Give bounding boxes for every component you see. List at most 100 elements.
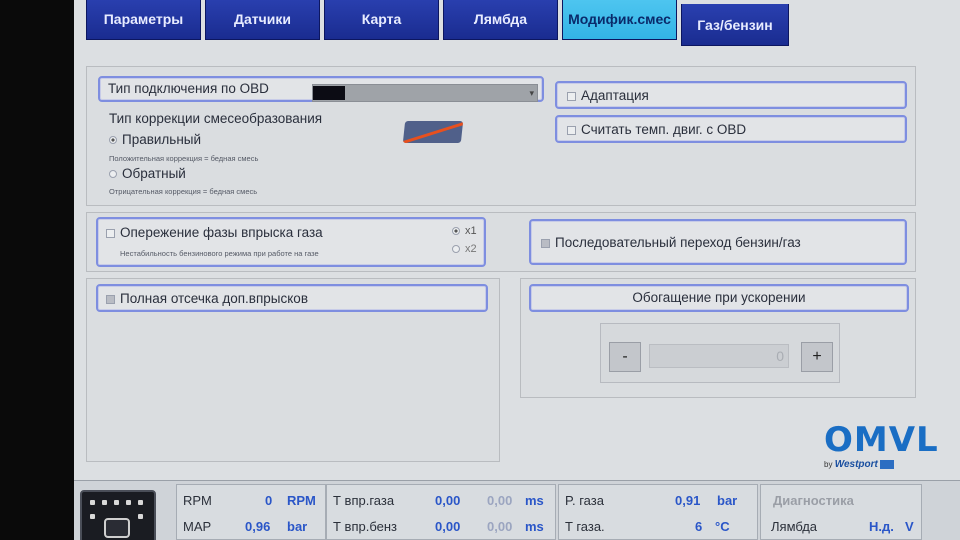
radio-x2-label: x2 <box>465 243 477 255</box>
rpm-value: 0 <box>265 493 273 508</box>
tab-mixture-modification[interactable]: Модифик.смес <box>562 0 677 40</box>
read-temp-row: Считать темп. двиг. с OBD <box>567 122 746 137</box>
radio-reverse-label: Обратный <box>122 166 186 181</box>
rpm-label: RPM <box>183 493 212 508</box>
full-cutoff-label: Полная отсечка доп.впрысков <box>120 291 308 306</box>
enrichment-title: Обогащение при ускорении <box>632 290 806 305</box>
sequential-label: Последовательный переход бензин/газ <box>555 235 801 250</box>
chevron-down-icon: ▾ <box>529 88 534 98</box>
checkbox-icon <box>106 294 115 304</box>
sequential-row: Последовательный переход бензин/газ <box>541 235 801 250</box>
radio-icon <box>452 245 460 254</box>
rpm-unit: RPM <box>287 493 316 508</box>
correction-type-title: Тип коррекции смесеобразования <box>109 111 323 126</box>
led-dot <box>102 500 107 505</box>
enrichment-header: Обогащение при ускорении <box>529 284 909 312</box>
cutoff-panel: Полная отсечка доп.впрысков <box>86 278 500 462</box>
logo-brand: OMVL <box>824 420 939 460</box>
obd-connection-label: Тип подключения по OBD <box>108 81 269 96</box>
radio-x1[interactable]: x1 <box>452 225 477 237</box>
full-cutoff-row: Полная отсечка доп.впрысков <box>106 291 308 306</box>
obd-connection-value-mask <box>313 86 345 100</box>
t-gas-inj-unit: ms <box>525 493 544 508</box>
radio-x1-label: x1 <box>465 225 477 237</box>
gas-params-cell: P. газа 0,91 bar T газа. 6 °C <box>558 484 758 540</box>
radio-x2[interactable]: x2 <box>452 243 477 255</box>
advance-box: Опережение фазы впрыска газа Нестабильно… <box>96 217 486 267</box>
obd-connection-select[interactable]: ▾ <box>312 84 538 102</box>
p-gas-unit: bar <box>717 493 738 508</box>
radio-reverse-hint: Отрицательная коррекция = бедная смесь <box>109 187 258 196</box>
advance-hint: Нестабильность бензинового режима при ра… <box>120 249 319 258</box>
sequential-box[interactable]: Последовательный переход бензин/газ <box>529 219 907 265</box>
tab-map[interactable]: Карта <box>324 0 439 40</box>
radio-icon <box>109 170 117 179</box>
tab-lambda[interactable]: Лямбда <box>443 0 558 40</box>
read-temp-checkbox[interactable]: Считать темп. двиг. с OBD <box>555 115 907 143</box>
enrichment-value-field[interactable]: 0 <box>649 344 789 368</box>
app-screen: Параметры Датчики Карта Лямбда Модифик.с… <box>74 0 960 540</box>
minus-button[interactable]: - <box>609 342 641 372</box>
logo-by: by <box>824 460 833 469</box>
t-gas-inj-value2: 0,00 <box>487 493 513 508</box>
read-temp-label: Считать темп. двиг. с OBD <box>581 122 747 137</box>
radio-correct[interactable]: Правильный <box>109 132 201 147</box>
diagnostics-cell: Диагностика Лямбда Н.д. V <box>760 484 922 540</box>
t-petrol-inj-unit: ms <box>525 519 544 534</box>
checkbox-icon <box>567 125 576 135</box>
led-dot <box>126 500 131 505</box>
advance-checkbox[interactable]: Опережение фазы впрыска газа <box>106 225 323 240</box>
radio-correct-label: Правильный <box>122 132 202 147</box>
radio-reverse[interactable]: Обратный <box>109 166 186 181</box>
led-dot <box>90 500 95 505</box>
t-petrol-inj-value2: 0,00 <box>487 519 513 534</box>
p-gas-value: 0,91 <box>675 493 701 508</box>
diagnostics-label[interactable]: Диагностика <box>773 493 854 508</box>
tab-gas-petrol[interactable]: Газ/бензин <box>681 4 789 46</box>
t-gas-inj-label: Т впр.газа <box>333 493 395 508</box>
injection-panel: Опережение фазы впрыска газа Нестабильно… <box>86 212 916 272</box>
logo-subline: by Westport <box>824 459 894 470</box>
enrichment-stepper: - 0 + <box>600 323 840 383</box>
radio-icon <box>452 227 460 236</box>
injection-times-cell: Т впр.газа 0,00 0,00 ms Т впр.бенз 0,00 … <box>326 484 556 540</box>
tab-bar: Параметры Датчики Карта Лямбда Модифик.с… <box>86 0 789 46</box>
adaptation-label: Адаптация <box>581 88 649 103</box>
obd-connection-box: Тип подключения по OBD ▾ <box>98 76 544 102</box>
t-petrol-inj-value: 0,00 <box>435 519 461 534</box>
map-label: MAP <box>183 519 212 534</box>
led-dot <box>138 500 143 505</box>
map-unit: bar <box>287 519 308 534</box>
full-cutoff-checkbox[interactable]: Полная отсечка доп.впрысков <box>96 284 488 312</box>
checkbox-icon <box>567 91 576 101</box>
led-dot <box>114 500 119 505</box>
rpm-map-cell: RPM 0 RPM MAP 0,96 bar <box>176 484 326 540</box>
checkbox-icon <box>541 238 550 248</box>
led-dot <box>90 514 95 519</box>
lambda-unit: V <box>905 519 914 534</box>
device-screen <box>104 518 130 538</box>
tab-sensors[interactable]: Датчики <box>205 0 320 40</box>
omvl-logo: OMVL by Westport <box>824 420 939 470</box>
logo-partner: Westport <box>834 459 878 470</box>
t-gas-inj-value: 0,00 <box>435 493 461 508</box>
logo-badge-icon <box>879 460 894 470</box>
t-gas-value: 6 <box>695 519 703 534</box>
lambda-label: Лямбда <box>771 519 818 534</box>
t-gas-label: T газа. <box>565 519 605 534</box>
tab-parameters[interactable]: Параметры <box>86 0 201 40</box>
t-petrol-inj-label: Т впр.бенз <box>333 519 398 534</box>
p-gas-label: P. газа <box>565 493 604 508</box>
plus-button[interactable]: + <box>801 342 833 372</box>
obd-panel: Тип подключения по OBD ▾ Тип коррекции с… <box>86 66 916 206</box>
device-icon[interactable] <box>80 490 156 540</box>
led-dot <box>138 514 143 519</box>
adaptation-checkbox[interactable]: Адаптация <box>555 81 907 109</box>
t-gas-unit: °C <box>715 519 730 534</box>
adaptation-row: Адаптация <box>567 88 649 103</box>
radio-correct-hint: Положительная коррекция = бедная смесь <box>109 154 259 163</box>
radio-icon <box>109 136 117 145</box>
obd-disabled-icon <box>402 121 464 143</box>
map-value: 0,96 <box>245 519 271 534</box>
advance-label: Опережение фазы впрыска газа <box>120 225 323 240</box>
